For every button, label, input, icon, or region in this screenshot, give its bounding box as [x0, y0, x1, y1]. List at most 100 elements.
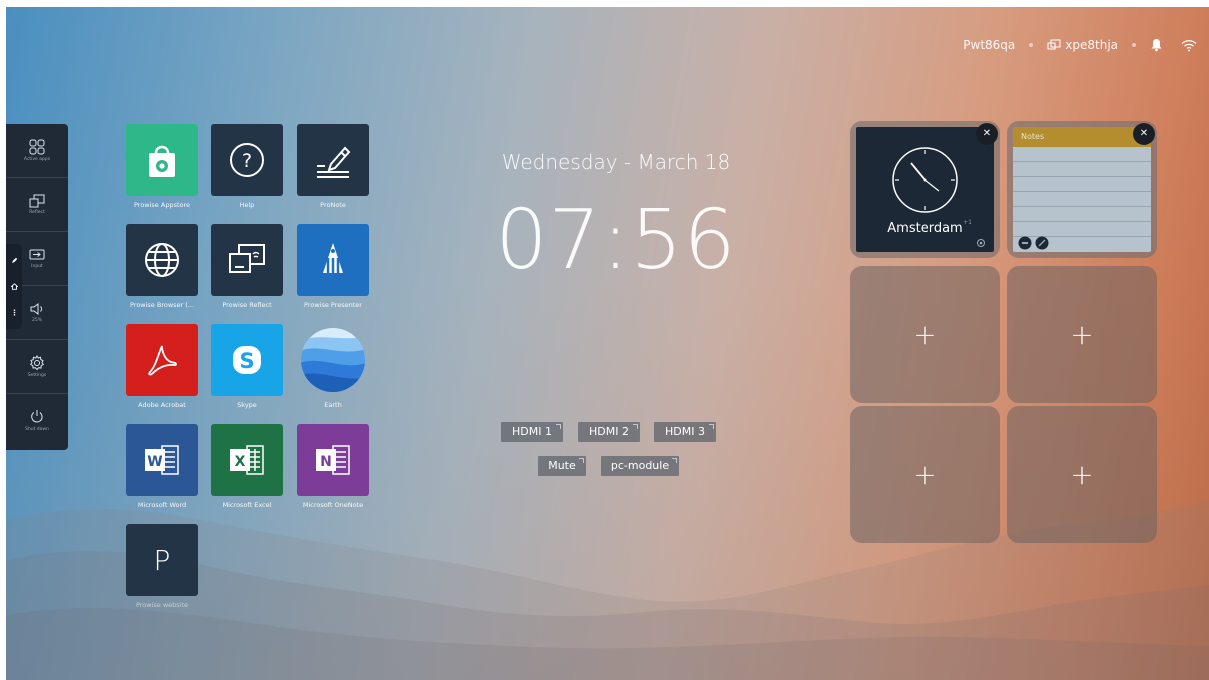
help-icon: ?: [211, 124, 283, 196]
sidebar-item-label: Settings: [27, 372, 47, 378]
sidebar-item-label: Active apps: [23, 156, 51, 162]
svg-text:S: S: [239, 349, 254, 373]
separator-dot: [1132, 43, 1136, 47]
separator-dot: [1029, 43, 1034, 47]
date-display: Wednesday - March 18: [501, 150, 731, 174]
volume-icon: [30, 302, 43, 315]
website-letter: P: [153, 543, 171, 577]
clock-widget-face: Amsterdam +1: [856, 127, 994, 252]
notes-tools[interactable]: [1018, 236, 1050, 250]
appstore-bag-icon: [126, 124, 198, 196]
add-widget-slot[interactable]: +: [850, 266, 1000, 403]
app-tile-prowise-website[interactable]: P Prowise website: [119, 524, 205, 620]
close-widget-button[interactable]: ✕: [1133, 123, 1155, 145]
notes-line: [1013, 192, 1151, 207]
source-button-hdmi-1[interactable]: HDMI 1: [501, 422, 563, 442]
earth-icon: [297, 324, 369, 396]
plus-icon: +: [1070, 317, 1094, 351]
input-icon: [29, 249, 45, 260]
presenter-icon: [297, 224, 369, 296]
home-icon[interactable]: [10, 283, 18, 290]
add-widget-slot[interactable]: +: [1007, 406, 1157, 543]
svg-text:X: X: [235, 454, 246, 470]
close-icon: ✕: [982, 128, 992, 139]
sidebar-item-label: Shut down: [25, 427, 49, 433]
bell-icon[interactable]: [1150, 38, 1163, 52]
app-label: ProNote: [320, 201, 346, 209]
app-label: Prowise Presenter: [304, 301, 362, 309]
onenote-icon: N: [297, 424, 369, 496]
sidebar-item-reflect[interactable]: Reflect: [6, 178, 68, 232]
sidebar-item-shutdown[interactable]: Shut down: [6, 394, 68, 448]
settings-icon[interactable]: [976, 238, 986, 248]
app-tile-microsoft-word[interactable]: W Microsoft Word: [119, 424, 205, 520]
notes-line: [1013, 162, 1151, 177]
app-tile-earth[interactable]: Earth: [290, 324, 376, 420]
app-tile-prowise-browser[interactable]: Prowise Browser (...: [119, 224, 205, 320]
notes-widget-face: Notes: [1013, 127, 1151, 252]
power-icon: [31, 410, 43, 423]
svg-text:?: ?: [242, 150, 252, 172]
sidebar-item-label: Reflect: [29, 209, 45, 215]
close-icon: ✕: [1139, 128, 1149, 139]
p-letter-icon: P: [126, 524, 198, 596]
add-widget-slot[interactable]: +: [850, 406, 1000, 543]
menu-icon[interactable]: [11, 309, 18, 316]
pronote-pen-icon: [297, 124, 369, 196]
active-apps-icon: [29, 139, 45, 155]
app-tile-pronote[interactable]: ProNote: [290, 124, 376, 220]
reflect-icon: [211, 224, 283, 296]
analog-clock-icon: [892, 147, 958, 213]
notes-title: Notes: [1013, 127, 1151, 147]
app-tile-help[interactable]: ? Help: [204, 124, 290, 220]
clock-city: Amsterdam: [887, 221, 963, 236]
acrobat-icon: [126, 324, 198, 396]
pencil-icon[interactable]: [11, 257, 18, 264]
notes-line: [1013, 147, 1151, 162]
device-name: Pwt86qa: [963, 38, 1016, 52]
word-icon: W: [126, 424, 198, 496]
cast-code-button[interactable]: xpe8thja: [1047, 38, 1118, 52]
add-widget-slot[interactable]: +: [1007, 266, 1157, 403]
notes-line: [1013, 207, 1151, 222]
mute-button[interactable]: Mute: [538, 456, 586, 476]
notes-line: [1013, 177, 1151, 192]
sidebar-item-settings[interactable]: Settings: [6, 340, 68, 394]
cast-icon: [1047, 39, 1061, 50]
desktop-screen: Pwt86qa xpe8thja Active apps Reflect Inp…: [6, 7, 1209, 680]
sidebar-item-active-apps[interactable]: Active apps: [6, 124, 68, 178]
plus-icon: +: [913, 317, 937, 351]
app-tile-prowise-appstore[interactable]: Prowise Appstore: [119, 124, 205, 220]
skype-icon: S: [211, 324, 283, 396]
sidebar-tools-tab[interactable]: [6, 244, 22, 329]
source-button-hdmi-2[interactable]: HDMI 2: [578, 422, 640, 442]
globe-icon: [126, 224, 198, 296]
app-tile-adobe-acrobat[interactable]: Adobe Acrobat: [119, 324, 205, 420]
gear-icon: [29, 354, 45, 370]
time-display: 07:56: [495, 193, 737, 288]
sidebar-item-label: Input: [31, 263, 43, 269]
source-button-hdmi-3[interactable]: HDMI 3: [654, 422, 716, 442]
volume-level: 25%: [31, 317, 42, 323]
app-label: Microsoft OneNote: [302, 501, 364, 509]
close-widget-button[interactable]: ✕: [976, 123, 998, 145]
app-tile-microsoft-onenote[interactable]: N Microsoft OneNote: [290, 424, 376, 520]
app-label: Earth: [324, 401, 342, 409]
app-tile-prowise-reflect[interactable]: Prowise Reflect: [204, 224, 290, 320]
timezone-offset: +1: [963, 219, 972, 226]
excel-icon: X: [211, 424, 283, 496]
plus-icon: +: [1070, 457, 1094, 491]
notes-widget[interactable]: Notes ✕: [1007, 121, 1157, 258]
reflect-icon: [29, 194, 45, 208]
app-tile-prowise-presenter[interactable]: Prowise Presenter: [290, 224, 376, 320]
app-tile-skype[interactable]: S Skype: [204, 324, 290, 420]
notes-line: [1013, 222, 1151, 237]
app-tile-microsoft-excel[interactable]: X Microsoft Excel: [204, 424, 290, 520]
cast-code: xpe8thja: [1065, 38, 1118, 52]
app-label: Prowise website: [135, 601, 189, 609]
source-button-pc-module[interactable]: pc-module: [601, 456, 679, 476]
status-bar: Pwt86qa xpe8thja: [963, 36, 1197, 54]
clock-widget[interactable]: Amsterdam +1 ✕: [850, 121, 1000, 258]
wifi-icon[interactable]: [1181, 39, 1197, 52]
svg-text:W: W: [147, 454, 162, 470]
